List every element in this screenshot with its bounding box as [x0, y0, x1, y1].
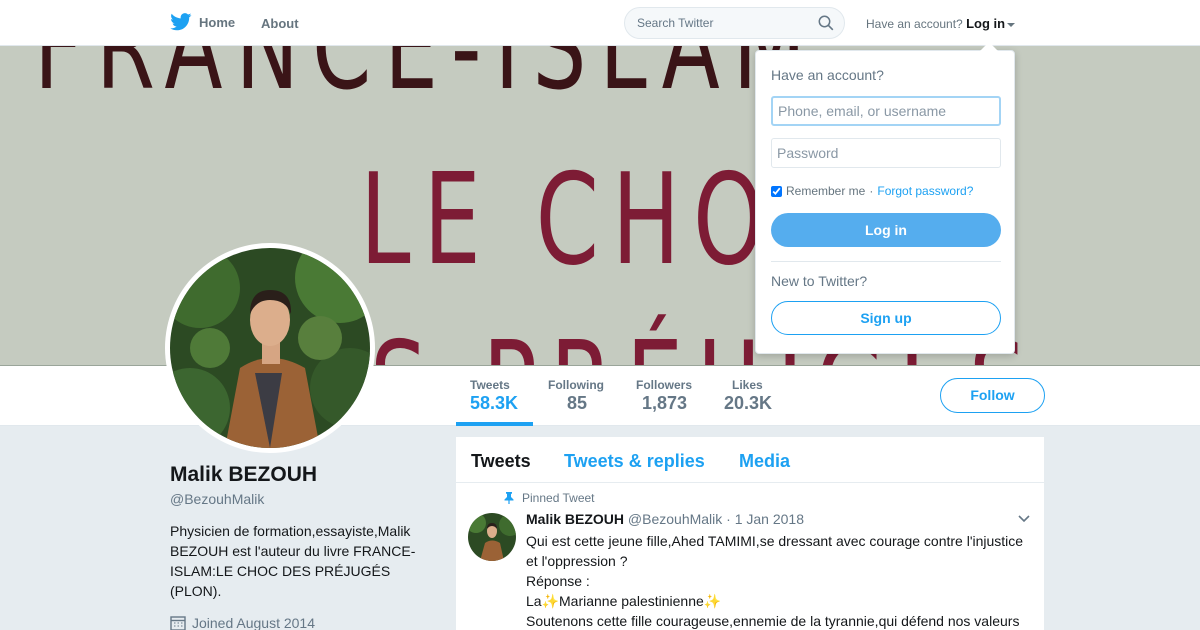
login-link[interactable]: Log in: [966, 16, 1005, 31]
tweet-line: Réponse :: [526, 573, 590, 589]
stat-following[interactable]: Following 85: [548, 378, 604, 414]
tweet-author-handle[interactable]: @BezouhMalik: [628, 511, 722, 527]
stat-label: Likes: [732, 378, 763, 392]
nav-home[interactable]: Home: [170, 13, 235, 31]
forgot-password-link[interactable]: Forgot password?: [877, 184, 973, 198]
tab-media[interactable]: Media: [739, 451, 790, 472]
calendar-icon: [170, 616, 186, 630]
timeline: Tweets Tweets & replies Media Pinned Twe…: [456, 437, 1044, 630]
divider: [771, 261, 1001, 262]
stat-likes[interactable]: Likes 20.3K: [724, 378, 772, 414]
nav-home-label: Home: [199, 14, 236, 30]
profile-bio: Physicien de formation,essayiste,Malik B…: [170, 523, 416, 599]
caret-down-icon[interactable]: [1007, 22, 1016, 27]
search-input[interactable]: Search Twitter: [624, 7, 845, 39]
joined-date: Joined August 2014: [192, 615, 315, 630]
login-prompt: Have an account? Log in: [866, 16, 1016, 31]
username-field[interactable]: [771, 96, 1001, 126]
dropdown-caret: [980, 42, 998, 51]
search-icon[interactable]: [818, 15, 834, 31]
search-placeholder: Search Twitter: [637, 16, 714, 30]
stat-label: Tweets: [470, 378, 510, 392]
profile-joined: Joined August 2014: [170, 615, 315, 630]
tweet-author-name[interactable]: Malik BEZOUH: [526, 511, 624, 527]
stat-value: 20.3K: [724, 393, 773, 413]
sparkles-icon: ✨: [703, 593, 722, 609]
separator: ·: [869, 184, 874, 198]
stat-followers[interactable]: Followers 1,873: [636, 378, 692, 414]
tweet-line: Qui est cette jeune fille,Ahed TAMIMI,se…: [526, 533, 1024, 569]
tweet-avatar[interactable]: [468, 513, 516, 561]
stat-label: Followers: [636, 378, 693, 392]
tweet-line: Soutenons cette fille courageuse,ennemie…: [526, 613, 1020, 629]
pin-icon: [504, 492, 514, 504]
tweet-line-prefix: La: [526, 593, 542, 609]
remember-me-checkbox[interactable]: [771, 185, 782, 197]
profile-avatar[interactable]: [165, 243, 375, 453]
tweet-line: La✨Marianne palestinienne✨: [526, 591, 1030, 611]
active-tab-indicator: [456, 422, 533, 426]
stat-label: Following: [548, 378, 604, 392]
tweet-line-main: Marianne palestinienne: [559, 593, 704, 609]
banner-text-line-1: FRANCE-ISLAM: [34, 46, 820, 116]
stat-value: 85: [567, 393, 588, 413]
twitter-bird-icon: [170, 13, 192, 31]
nav-about[interactable]: About: [261, 16, 299, 31]
tweet-date[interactable]: · 1 Jan 2018: [726, 511, 804, 527]
have-account-text: Have an account?: [866, 17, 963, 31]
follow-button[interactable]: Follow: [940, 378, 1045, 413]
profile-name[interactable]: Malik BEZOUH: [170, 463, 317, 487]
dropdown-title: Have an account?: [771, 67, 884, 83]
tweet-header: Malik BEZOUH @BezouhMalik · 1 Jan 2018: [526, 511, 804, 527]
login-button[interactable]: Log in: [771, 213, 1001, 247]
timeline-tabs: Tweets Tweets & replies Media: [456, 437, 1044, 483]
login-dropdown: Have an account? Remember me · Forgot pa…: [755, 42, 1015, 354]
profile-handle[interactable]: @BezouhMalik: [170, 491, 264, 507]
tweet-text: Qui est cette jeune fille,Ahed TAMIMI,se…: [526, 531, 1030, 630]
new-to-twitter-text: New to Twitter?: [771, 273, 868, 289]
chevron-down-icon[interactable]: [1018, 515, 1030, 523]
stat-tweets[interactable]: Tweets 58.3K: [470, 378, 518, 414]
avatar-photo: [170, 248, 370, 448]
sparkles-icon: ✨: [541, 593, 560, 609]
tab-tweets[interactable]: Tweets: [471, 451, 531, 472]
remember-me-label[interactable]: Remember me: [786, 184, 865, 198]
password-field[interactable]: [771, 138, 1001, 168]
top-nav: Home About Search Twitter Have an accoun…: [0, 0, 1200, 46]
signup-button[interactable]: Sign up: [771, 301, 1001, 335]
stat-value: 58.3K: [470, 393, 519, 413]
remember-row: Remember me · Forgot password?: [771, 184, 973, 198]
pinned-text: Pinned Tweet: [522, 491, 595, 505]
tab-tweets-replies[interactable]: Tweets & replies: [564, 451, 705, 472]
stat-value: 1,873: [642, 393, 688, 413]
pinned-tweet-label: Pinned Tweet: [504, 491, 595, 505]
